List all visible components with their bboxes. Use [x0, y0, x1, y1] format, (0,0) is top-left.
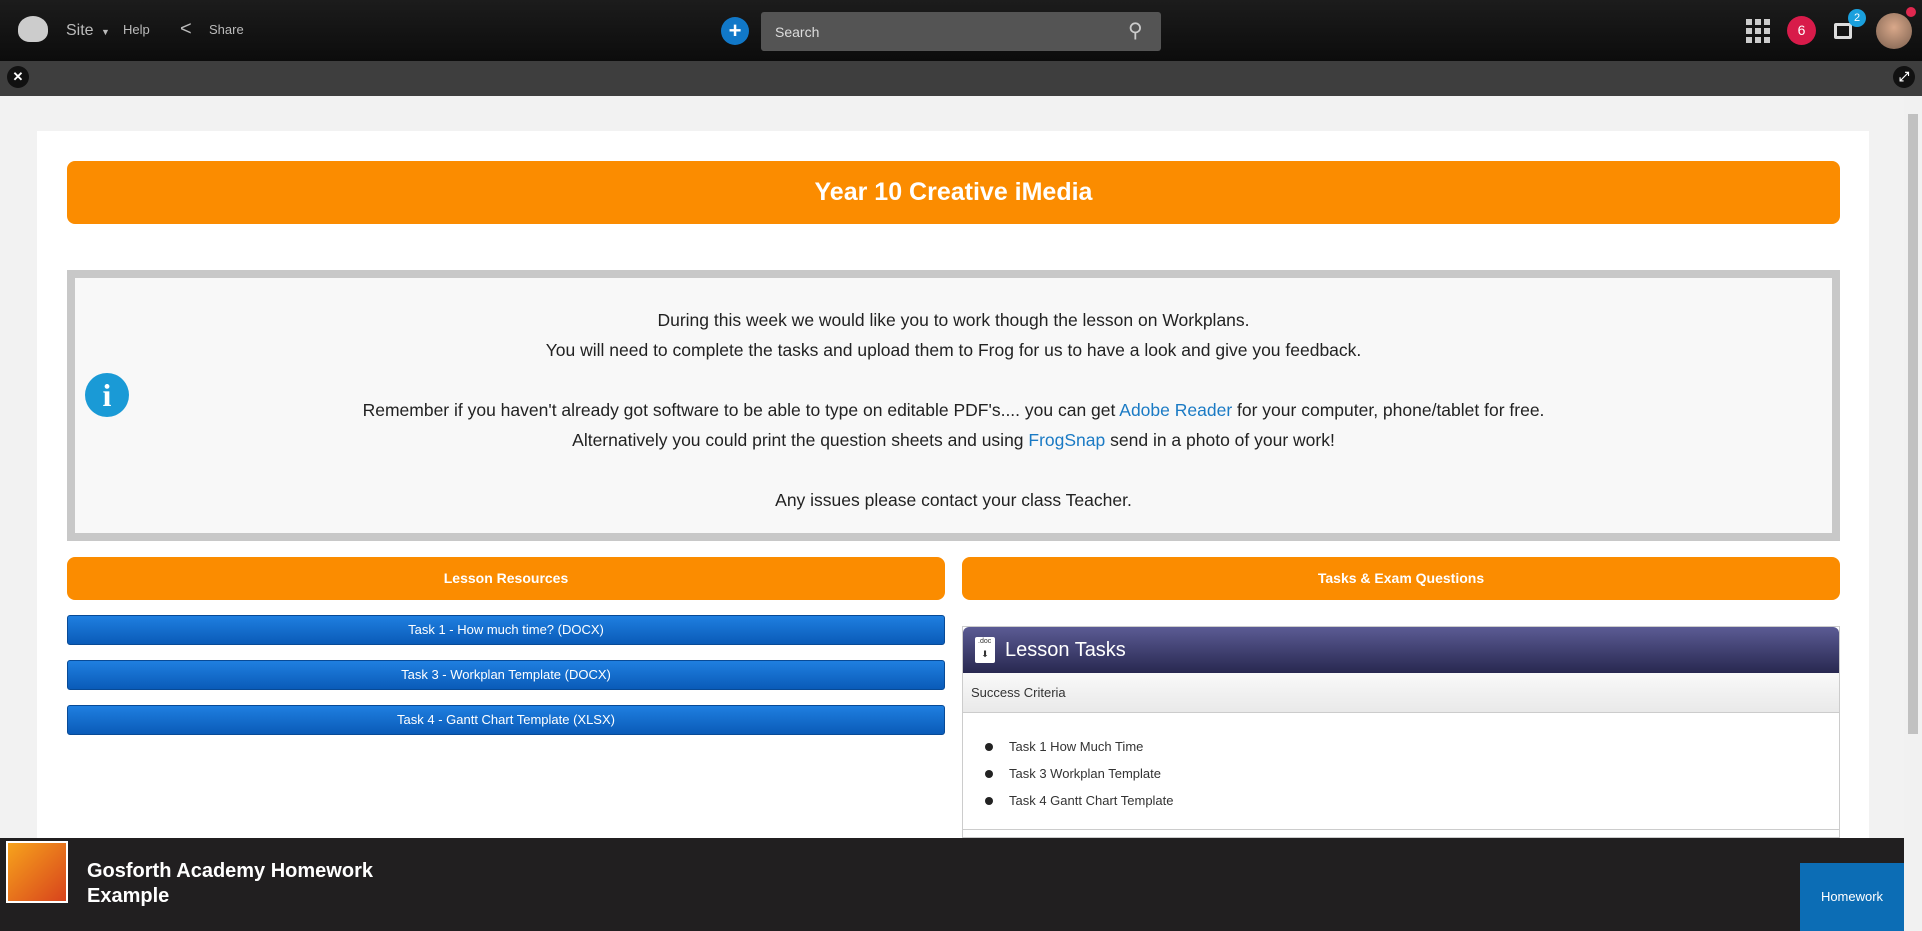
- lesson-tasks-header: .doc ⬇ Lesson Tasks: [963, 627, 1839, 673]
- doc-label: .doc: [978, 638, 992, 645]
- site-title: Gosforth Academy Homework Example: [87, 860, 373, 907]
- search-input[interactable]: [761, 12, 1161, 51]
- notifications-badge[interactable]: 6: [1787, 16, 1816, 45]
- resource-button-task1[interactable]: Task 1 - How much time? (DOCX): [67, 615, 945, 645]
- site-menu[interactable]: Site: [66, 22, 94, 40]
- frogsnap-link[interactable]: FrogSnap: [1028, 430, 1105, 450]
- bullet-icon: [985, 742, 993, 751]
- info-line: You will need to complete the tasks and …: [545, 340, 1362, 360]
- adobe-reader-link[interactable]: Adobe Reader: [1119, 400, 1232, 420]
- success-criteria-heading: Success Criteria: [963, 673, 1839, 713]
- list-item: Task 4 Gantt Chart Template: [985, 787, 1839, 814]
- inbox-icon[interactable]: [1834, 23, 1852, 39]
- expand-icon[interactable]: ⤢: [1893, 66, 1915, 88]
- info-text: Alternatively you could print the questi…: [572, 430, 1029, 450]
- list-item-label: Task 1 How Much Time: [1009, 739, 1144, 754]
- list-item: Task 1 How Much Time: [985, 733, 1839, 760]
- doc-download-icon: .doc ⬇: [975, 637, 995, 663]
- resource-button-task4[interactable]: Task 4 - Gantt Chart Template (XLSX): [67, 705, 945, 735]
- list-item-label: Task 4 Gantt Chart Template: [1009, 793, 1174, 808]
- share-icon[interactable]: <: [180, 18, 192, 41]
- user-avatar[interactable]: [1876, 13, 1912, 49]
- info-icon: i: [85, 373, 129, 417]
- top-navbar: Site ▼ Help < Share + ⚲ 6 2: [0, 0, 1922, 61]
- close-icon[interactable]: ✕: [7, 66, 29, 88]
- list-item-label: Task 3 Workplan Template: [1009, 766, 1161, 781]
- bullet-icon: [985, 769, 993, 778]
- apps-grid-icon[interactable]: [1746, 19, 1770, 43]
- task-list: Task 1 How Much Time Task 3 Workplan Tem…: [963, 713, 1839, 814]
- homework-button[interactable]: Homework: [1800, 863, 1904, 931]
- frog-logo-icon[interactable]: [18, 16, 48, 42]
- lesson-tasks-title: Lesson Tasks: [1005, 639, 1126, 661]
- info-box: i During this week we would like you to …: [67, 270, 1840, 541]
- avatar-alert-icon: [1906, 7, 1916, 17]
- resource-button-task3[interactable]: Task 3 - Workplan Template (DOCX): [67, 660, 945, 690]
- share-link[interactable]: Share: [209, 22, 244, 37]
- caret-down-icon: ▼: [101, 27, 110, 37]
- add-button[interactable]: +: [721, 17, 749, 45]
- scrollbar-thumb[interactable]: [1908, 114, 1918, 734]
- help-link[interactable]: Help: [123, 22, 150, 37]
- list-item: Task 3 Workplan Template: [985, 760, 1839, 787]
- info-text: send in a photo of your work!: [1105, 430, 1335, 450]
- info-line: During this week we would like you to wo…: [657, 310, 1250, 330]
- bullet-icon: [985, 796, 993, 805]
- info-line: Remember if you haven't already got soft…: [75, 395, 1832, 425]
- info-text: for your computer, phone/tablet for free…: [1232, 400, 1545, 420]
- tasks-header: Tasks & Exam Questions: [962, 557, 1840, 600]
- lesson-tasks-panel: .doc ⬇ Lesson Tasks Success Criteria Task…: [962, 626, 1840, 838]
- cambridge-nationals-logo: [6, 841, 68, 903]
- inbox-badge: 2: [1848, 9, 1866, 27]
- page-toolbar: [0, 61, 1922, 96]
- divider: [963, 829, 1839, 830]
- search-icon[interactable]: ⚲: [1128, 18, 1143, 43]
- scrollbar[interactable]: [1904, 96, 1922, 931]
- info-line: Any issues please contact your class Tea…: [775, 490, 1132, 510]
- info-line: Alternatively you could print the questi…: [75, 425, 1832, 455]
- lesson-resources-header: Lesson Resources: [67, 557, 945, 600]
- page-title: Year 10 Creative iMedia: [67, 161, 1840, 224]
- info-text: Remember if you haven't already got soft…: [362, 400, 1120, 420]
